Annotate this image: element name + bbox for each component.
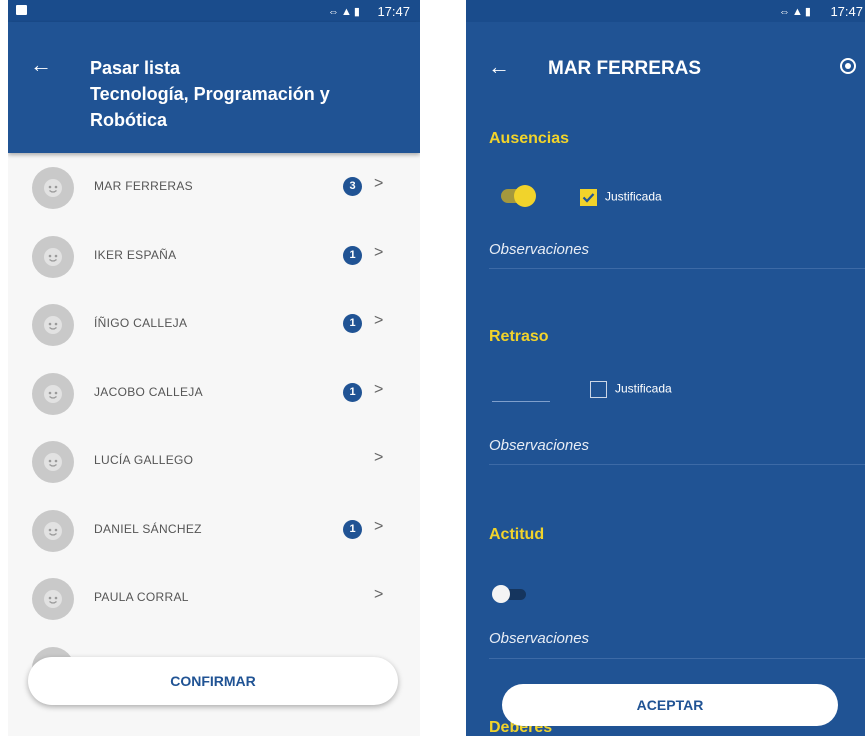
- student-name: DANIEL SÁNCHEZ: [94, 521, 202, 536]
- chevron-right-icon: >: [374, 517, 384, 535]
- chevron-right-icon: >: [374, 175, 384, 192]
- status-time: 17:47: [377, 4, 410, 19]
- student-name: LUCÍA GALLEGO: [94, 453, 194, 467]
- signal-battery-icons: ⇔▲▮: [779, 6, 813, 18]
- avatar-face-icon: [32, 167, 74, 209]
- ausencias-toggle[interactable]: [501, 185, 536, 207]
- page-subtitle-line2: Robótica: [90, 110, 168, 130]
- app-bar: ← Pasar lista Tecnología, Programación y…: [8, 22, 420, 153]
- checkbox-empty-icon: [590, 381, 607, 398]
- back-arrow-icon[interactable]: ←: [488, 54, 510, 80]
- absence-count-badge: 1: [343, 519, 362, 539]
- student-name: JACOBO CALLEJA: [94, 384, 203, 399]
- ausencias-observaciones-input[interactable]: Observaciones: [489, 241, 589, 258]
- avatar-face-icon: [32, 441, 74, 483]
- retraso-justificada-checkbox[interactable]: Justificada: [590, 381, 672, 398]
- status-bar: ⇔▲▮ 17:47: [466, 0, 865, 22]
- retraso-title: Retraso: [489, 328, 549, 345]
- status-bar: ⇔▲▮ 17:47: [8, 0, 420, 22]
- app-bar: ← MAR FERRERAS: [466, 22, 865, 92]
- actitud-observaciones-input[interactable]: Observaciones: [489, 630, 589, 647]
- avatar-face-icon: [32, 578, 74, 620]
- page-title: Pasar lista: [90, 58, 181, 78]
- ausencias-title: Ausencias: [489, 130, 570, 147]
- student-name: PAULA CORRAL: [94, 590, 189, 604]
- divider: [489, 658, 865, 659]
- student-row[interactable]: MAR FERRERAS 3 >: [8, 153, 420, 221]
- student-row[interactable]: DANIEL SÁNCHEZ 1 >: [8, 496, 420, 564]
- back-arrow-icon[interactable]: ←: [30, 52, 52, 78]
- absence-count-badge: 1: [343, 314, 362, 333]
- confirm-button[interactable]: CONFIRMAR: [28, 657, 398, 705]
- toggle-thumb: [514, 185, 536, 207]
- avatar-face-icon: [32, 235, 74, 278]
- page-subtitle-line1: Tecnología, Programación y: [90, 84, 330, 104]
- right-screen: ⇔▲▮ 17:47 ← MAR FERRERAS Ausencias Justi…: [466, 0, 865, 736]
- absence-count-badge: 3: [343, 177, 362, 196]
- checkbox-checked-icon: [580, 189, 597, 206]
- avatar-face-icon: [32, 304, 74, 346]
- student-row[interactable]: LUCÍA GALLEGO >: [8, 427, 420, 495]
- divider: [489, 268, 865, 269]
- absence-count-badge: 1: [343, 382, 362, 402]
- aceptar-button[interactable]: ACEPTAR: [502, 684, 838, 726]
- student-name: MAR FERRERAS: [94, 179, 193, 193]
- student-row[interactable]: IKER ESPAÑA 1 >: [8, 222, 420, 290]
- chevron-right-icon: >: [374, 586, 384, 603]
- chevron-right-icon: >: [374, 380, 384, 398]
- ausencias-justificada-checkbox[interactable]: Justificada: [580, 189, 662, 206]
- absence-count-badge: 1: [343, 245, 362, 265]
- chevron-right-icon: >: [374, 243, 384, 261]
- student-name: ÍÑIGO CALLEJA: [94, 316, 188, 330]
- actitud-toggle[interactable]: [492, 585, 528, 603]
- retraso-observaciones-input[interactable]: Observaciones: [489, 437, 589, 454]
- signal-battery-icons: ⇔▲▮: [328, 6, 362, 18]
- student-title: MAR FERRERAS: [548, 58, 702, 79]
- student-row[interactable]: ÍÑIGO CALLEJA 1 >: [8, 290, 420, 358]
- chevron-right-icon: >: [374, 312, 384, 329]
- image-notification-icon: [16, 5, 27, 15]
- justificada-label: Justificada: [615, 381, 672, 396]
- student-row[interactable]: JACOBO CALLEJA 1 >: [8, 359, 420, 427]
- toggle-thumb: [492, 585, 510, 603]
- avatar-face-icon: [32, 509, 74, 552]
- student-name: IKER ESPAÑA: [94, 247, 177, 262]
- chevron-right-icon: >: [374, 449, 384, 466]
- justificada-label: Justificada: [605, 189, 662, 204]
- student-row[interactable]: PAULA CORRAL >: [8, 564, 420, 632]
- status-time: 17:47: [830, 4, 863, 19]
- options-circle-icon[interactable]: [840, 58, 856, 74]
- actitud-title: Actitud: [489, 526, 545, 543]
- retraso-minutes-input[interactable]: [492, 385, 550, 402]
- left-screen: ⇔▲▮ 17:47 ← Pasar lista Tecnología, Prog…: [8, 0, 420, 736]
- divider: [489, 464, 865, 465]
- avatar-face-icon: [32, 372, 74, 415]
